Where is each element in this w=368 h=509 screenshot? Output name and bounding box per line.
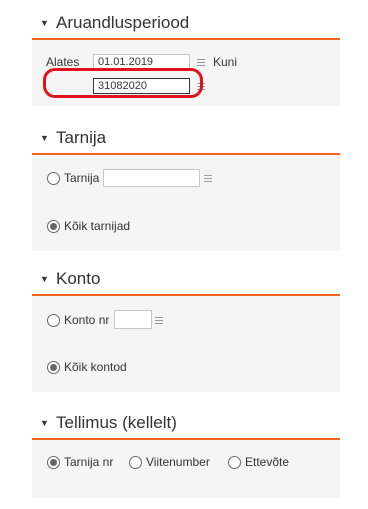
supplier-section: ▼ Tarnija Tarnija Kõik tarnijad (32, 127, 340, 251)
order-by-company-label[interactable]: Ettevõte (245, 455, 289, 469)
orders-section-body: Tarnija nr Viitenumber Ettevõte (32, 440, 340, 498)
collapse-caret-icon[interactable]: ▼ (40, 19, 49, 28)
collapse-caret-icon[interactable]: ▼ (40, 275, 49, 284)
order-by-reference-number-label[interactable]: Viitenumber (146, 455, 210, 469)
orders-section: ▼ Tellimus (kellelt) Tarnija nr Viitenum… (32, 412, 340, 498)
from-date-label: Alates (46, 55, 80, 69)
supplier-all-radio[interactable] (47, 220, 60, 233)
account-all-radio[interactable] (47, 361, 60, 374)
order-by-reference-number-radio[interactable] (129, 456, 142, 469)
account-section-body: Konto nr Kõik kontod (32, 296, 340, 392)
order-by-supplier-number-radio[interactable] (47, 456, 60, 469)
supplier-all-label[interactable]: Kõik tarnijad (64, 219, 130, 233)
supplier-section-body: Tarnija Kõik tarnijad (32, 155, 340, 251)
account-picker-icon[interactable] (155, 317, 163, 324)
account-specific-label[interactable]: Konto nr (64, 313, 109, 327)
account-number-input[interactable] (114, 310, 152, 329)
account-section-header[interactable]: ▼ Konto (32, 268, 340, 296)
supplier-section-header[interactable]: ▼ Tarnija (32, 127, 340, 155)
period-section-title: Aruandlusperiood (56, 13, 190, 32)
supplier-input[interactable] (103, 169, 200, 187)
collapse-caret-icon[interactable]: ▼ (40, 419, 49, 428)
supplier-specific-radio[interactable] (47, 172, 60, 185)
orders-section-header[interactable]: ▼ Tellimus (kellelt) (32, 412, 340, 440)
order-by-supplier-number-label[interactable]: Tarnija nr (64, 455, 113, 469)
order-by-company-radio[interactable] (228, 456, 241, 469)
from-date-picker-icon[interactable] (197, 59, 205, 66)
period-section-header[interactable]: ▼ Aruandlusperiood (32, 12, 340, 40)
orders-section-title: Tellimus (kellelt) (56, 413, 177, 432)
supplier-section-title: Tarnija (56, 128, 107, 147)
account-all-label[interactable]: Kõik kontod (64, 360, 127, 374)
supplier-specific-label[interactable]: Tarnija (64, 171, 99, 185)
supplier-picker-icon[interactable] (204, 175, 212, 182)
account-section: ▼ Konto Konto nr Kõik kontod (32, 268, 340, 392)
collapse-caret-icon[interactable]: ▼ (40, 134, 49, 143)
account-section-title: Konto (56, 269, 101, 288)
to-date-label: Kuni (213, 55, 238, 69)
highlight-ring (43, 68, 203, 98)
account-specific-radio[interactable] (47, 314, 60, 327)
